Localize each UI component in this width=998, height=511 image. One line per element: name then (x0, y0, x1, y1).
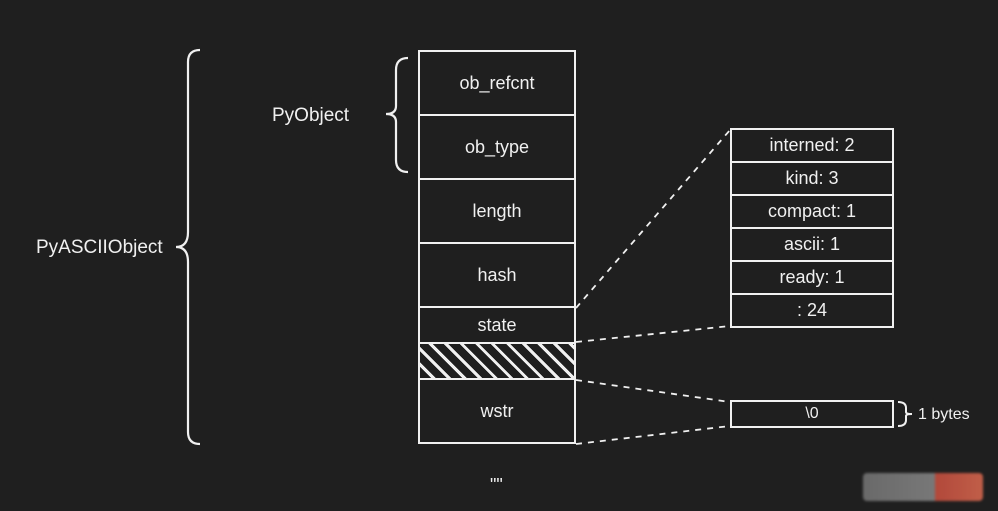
label-bytes: 1 bytes (918, 406, 970, 424)
state-compact: compact: 1 (730, 194, 894, 229)
state-ready: ready: 1 (730, 260, 894, 295)
cell-padding (418, 342, 576, 380)
cell-wstr: wstr (418, 378, 576, 444)
cell-ob-type: ob_type (418, 114, 576, 180)
label-quote: "" (490, 475, 503, 496)
cell-ob-refcnt: ob_refcnt (418, 50, 576, 116)
state-kind: kind: 3 (730, 161, 894, 196)
cell-hash: hash (418, 242, 576, 308)
watermark-logo (863, 473, 983, 501)
state-interned: interned: 2 (730, 128, 894, 163)
state-padding: : 24 (730, 293, 894, 328)
label-pyobject: PyObject (272, 105, 349, 127)
cell-state: state (418, 306, 576, 344)
wstr-buffer: \0 (730, 400, 894, 428)
label-pyasciiobject: PyASCIIObject (36, 237, 163, 259)
cell-length: length (418, 178, 576, 244)
state-ascii: ascii: 1 (730, 227, 894, 262)
